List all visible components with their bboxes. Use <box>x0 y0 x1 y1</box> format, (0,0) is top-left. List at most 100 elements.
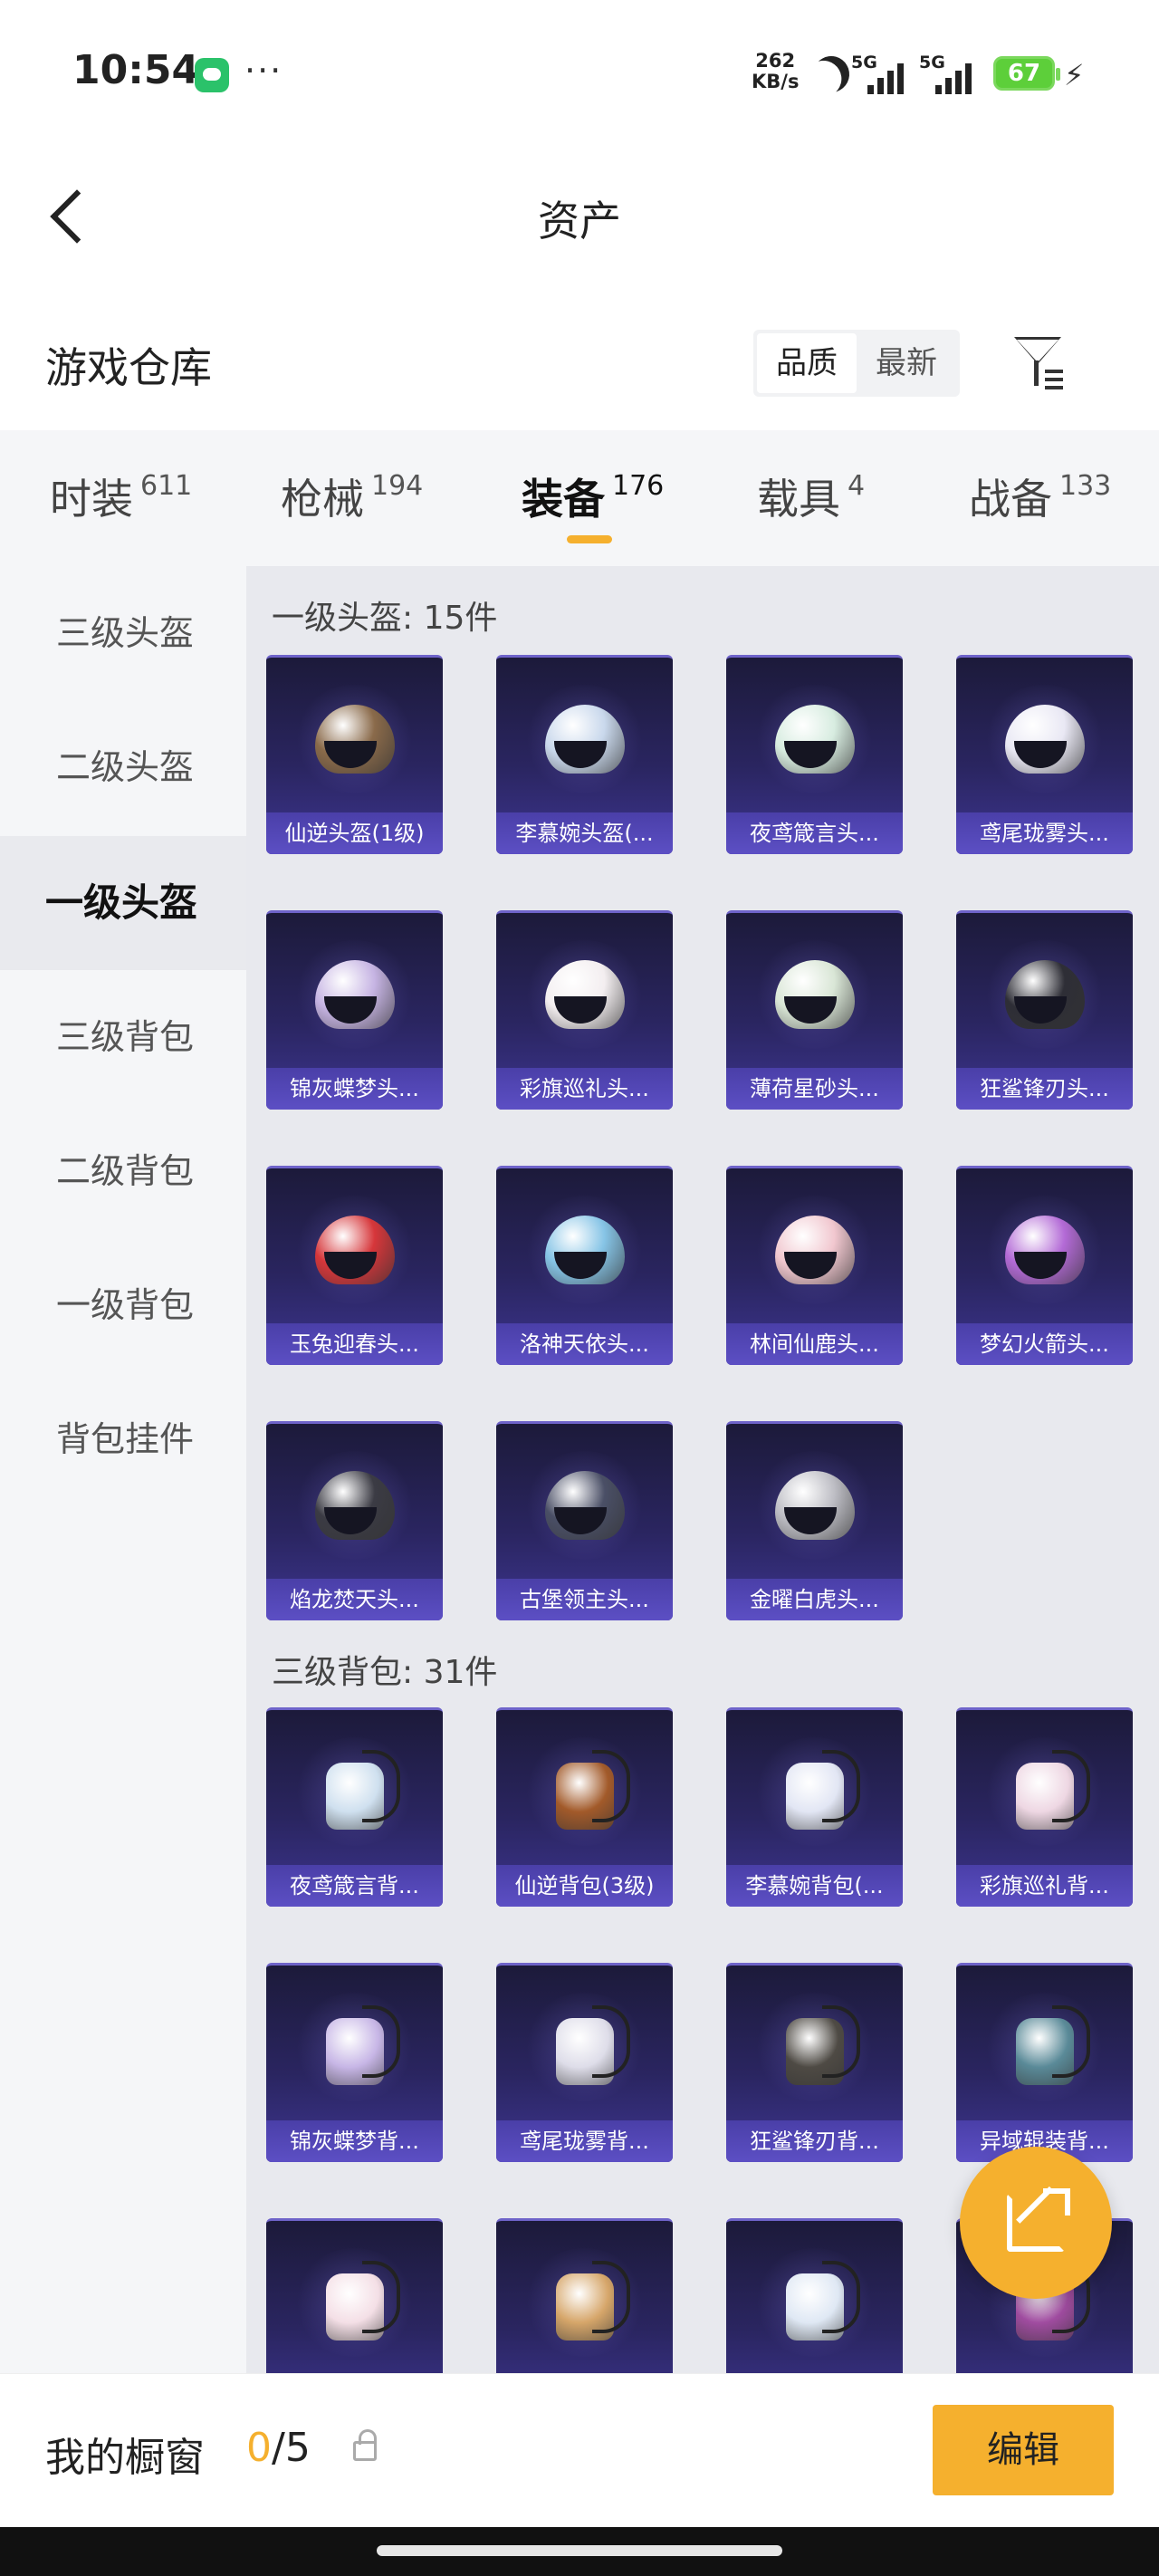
backpack-image <box>770 2000 860 2091</box>
helmet-item-card[interactable]: 梦幻火箭头... <box>956 1166 1133 1365</box>
helmet-item-card[interactable]: 锦灰蝶梦头... <box>266 910 443 1110</box>
backpack-image <box>770 1745 860 1835</box>
tab-vehicles[interactable]: 载具 4 <box>757 466 865 526</box>
edit-button[interactable]: 编辑 <box>933 2405 1114 2495</box>
showcase-bar: 我的橱窗 0/5 编辑 <box>0 2373 1159 2527</box>
item-grid: 一级头盔: 15件 三级背包: 31件 仙逆头盔(1级) 李慕婉头盔(... 夜鸢箴… <box>246 566 1159 2373</box>
sidebar-item-level3-backpack[interactable]: 三级背包 <box>0 970 246 1104</box>
item-name: 夜鸢箴言背... <box>266 1865 443 1907</box>
sort-toggle: 品质 最新 <box>753 330 960 397</box>
backpack-image <box>770 2255 860 2346</box>
backpack-item-card[interactable] <box>496 2218 673 2373</box>
helmet-item-card[interactable]: 李慕婉头盔(... <box>496 655 673 854</box>
sort-quality-button[interactable]: 品质 <box>757 333 857 393</box>
helmet-item-card[interactable]: 彩旗巡礼头... <box>496 910 673 1110</box>
helmet-item-card[interactable]: 洛神天依头... <box>496 1166 673 1365</box>
helmet-image <box>770 947 860 1038</box>
helmet-item-card[interactable]: 林间仙鹿头... <box>726 1166 903 1365</box>
home-gesture-bar[interactable] <box>377 2545 782 2556</box>
helmet-image <box>310 1203 400 1293</box>
sort-newest-button[interactable]: 最新 <box>857 333 956 393</box>
tab-label: 战备 <box>969 475 1052 524</box>
backpack-item-card[interactable]: 鸢尾珑雾背... <box>496 1963 673 2162</box>
filter-icon[interactable] <box>1011 333 1065 391</box>
sidebar-item-level3-helmet[interactable]: 三级头盔 <box>0 566 246 700</box>
do-not-disturb-icon <box>807 50 857 100</box>
tab-fashion[interactable]: 时装 611 <box>50 466 192 526</box>
helmet-image <box>770 1203 860 1293</box>
backpack-image <box>1000 2000 1090 2091</box>
backpack-image <box>310 2255 400 2346</box>
helmet-image <box>540 947 630 1038</box>
helmet-item-card[interactable]: 鸢尾珑雾头... <box>956 655 1133 854</box>
item-name: 仙逆背包(3级) <box>496 1865 673 1907</box>
group-title-level3-backpack: 三级背包: 31件 <box>272 1654 498 1691</box>
helmet-item-card[interactable]: 仙逆头盔(1级) <box>266 655 443 854</box>
more-notifications-icon: ··· <box>244 51 283 91</box>
item-name: 鸢尾珑雾头... <box>956 812 1133 854</box>
network-speed-value: 262 <box>755 50 796 72</box>
helmet-image <box>540 1458 630 1549</box>
sidebar: 三级头盔 二级头盔 一级头盔 三级背包 二级背包 一级背包 背包挂件 <box>0 566 246 2373</box>
helmet-item-card[interactable]: 古堡领主头... <box>496 1421 673 1620</box>
item-name: 彩旗巡礼头... <box>496 1068 673 1110</box>
tab-equipment[interactable]: 装备 176 <box>522 466 664 526</box>
item-name: 古堡领主头... <box>496 1579 673 1620</box>
showcase-count: 0/5 <box>246 2425 311 2471</box>
helmet-image <box>1000 947 1090 1038</box>
sidebar-item-level1-helmet[interactable]: 一级头盔 <box>0 836 246 970</box>
helmet-item-card[interactable]: 狂鲨锋刃头... <box>956 910 1133 1110</box>
tab-label: 载具 <box>757 475 840 524</box>
system-nav-bar <box>0 2527 1159 2576</box>
helmet-image <box>1000 692 1090 783</box>
tab-count: 611 <box>140 470 193 502</box>
share-icon <box>1007 2188 1070 2252</box>
item-name: 狂鲨锋刃背... <box>726 2120 903 2162</box>
wechat-notification-icon <box>195 58 229 92</box>
sidebar-item-level1-backpack[interactable]: 一级背包 <box>0 1238 246 1372</box>
backpack-item-card[interactable]: 狂鲨锋刃背... <box>726 1963 903 2162</box>
backpack-item-card[interactable]: 夜鸢箴言背... <box>266 1707 443 1907</box>
item-name: 锦灰蝶梦背... <box>266 2120 443 2162</box>
header: 资产 <box>0 145 1159 281</box>
helmet-item-card[interactable]: 薄荷星砂头... <box>726 910 903 1110</box>
item-name: 林间仙鹿头... <box>726 1323 903 1365</box>
showcase-label: 我的橱窗 <box>45 2435 205 2481</box>
tab-label: 装备 <box>522 475 605 524</box>
backpack-item-card[interactable]: 仙逆背包(3级) <box>496 1707 673 1907</box>
backpack-item-card[interactable]: 锦灰蝶梦背... <box>266 1963 443 2162</box>
item-name: 李慕婉头盔(... <box>496 812 673 854</box>
helmet-image <box>310 1458 400 1549</box>
backpack-item-card[interactable] <box>726 2218 903 2373</box>
helmet-item-card[interactable]: 焰龙焚天头... <box>266 1421 443 1620</box>
status-time: 10:54 <box>72 47 200 93</box>
backpack-item-card[interactable]: 彩旗巡礼背... <box>956 1707 1133 1907</box>
helmet-item-card[interactable]: 玉兔迎春头... <box>266 1166 443 1365</box>
group-title-level1-helmet: 一级头盔: 15件 <box>272 600 498 637</box>
network-speed: 262 KB/s <box>752 51 799 92</box>
helmet-image <box>770 1458 860 1549</box>
backpack-item-card[interactable]: 异域辊装背... <box>956 1963 1133 2162</box>
tab-gear[interactable]: 战备 133 <box>969 466 1111 526</box>
sidebar-item-backpack-charm[interactable]: 背包挂件 <box>0 1372 246 1506</box>
section-title: 游戏仓库 <box>45 343 212 392</box>
helmet-image <box>1000 1203 1090 1293</box>
sidebar-item-level2-helmet[interactable]: 二级头盔 <box>0 700 246 834</box>
tab-count: 133 <box>1059 470 1112 502</box>
tab-label: 枪械 <box>281 475 364 524</box>
sidebar-item-level2-backpack[interactable]: 二级背包 <box>0 1104 246 1238</box>
tab-count: 194 <box>371 470 424 502</box>
backpack-item-card[interactable]: 李慕婉背包(... <box>726 1707 903 1907</box>
tab-guns[interactable]: 枪械 194 <box>281 466 423 526</box>
lock-icon <box>353 2429 377 2461</box>
helmet-image <box>770 692 860 783</box>
helmet-item-card[interactable]: 金曜白虎头... <box>726 1421 903 1620</box>
helmet-image <box>310 947 400 1038</box>
share-button[interactable] <box>960 2147 1112 2299</box>
backpack-image <box>310 2000 400 2091</box>
backpack-image <box>310 1745 400 1835</box>
backpack-item-card[interactable] <box>266 2218 443 2373</box>
helmet-item-card[interactable]: 夜鸢箴言头... <box>726 655 903 854</box>
network-speed-unit: KB/s <box>752 71 800 92</box>
status-bar: 10:54 ··· 262 KB/s 5G 5G 67 ⚡ <box>0 0 1159 145</box>
